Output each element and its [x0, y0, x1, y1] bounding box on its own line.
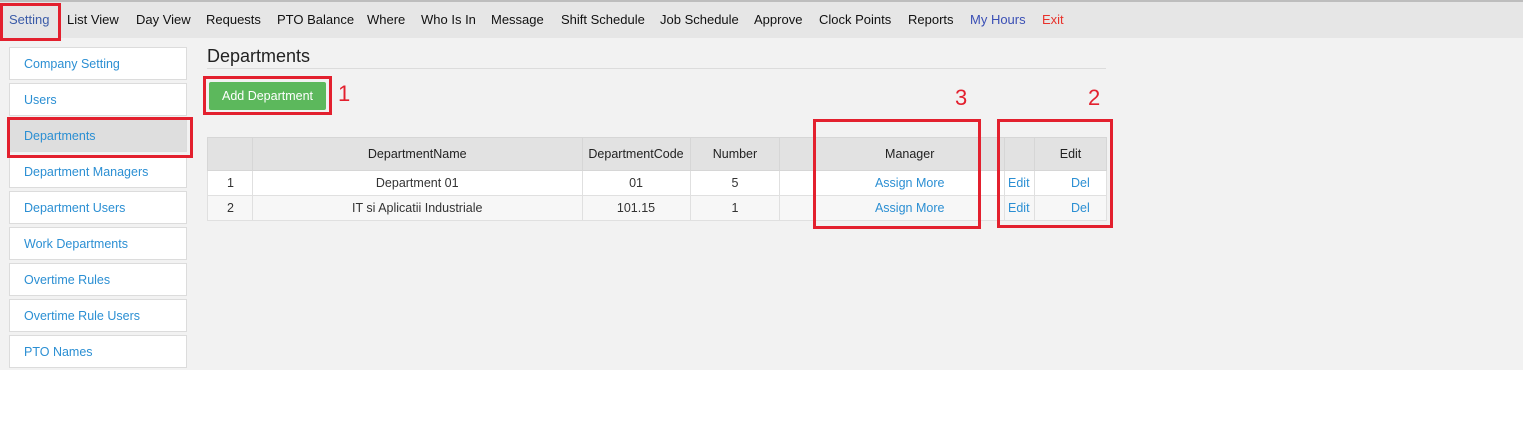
nav-day-view[interactable]: Day View: [136, 4, 191, 36]
department-number: 1: [689, 195, 781, 221]
department-code: 01: [581, 170, 691, 196]
sidebar-item-overtime-rule-users[interactable]: Overtime Rule Users: [9, 299, 187, 332]
nav-requests[interactable]: Requests: [206, 4, 261, 36]
department-name: Department 01: [251, 170, 583, 196]
sidebar-item-work-departments[interactable]: Work Departments: [9, 227, 187, 260]
header-index: [207, 137, 253, 171]
nav-shift-schedule[interactable]: Shift Schedule: [561, 4, 645, 36]
nav-exit[interactable]: Exit: [1042, 4, 1064, 36]
edit-cell: Edit Del: [1008, 170, 1107, 196]
header-spacer: [779, 137, 816, 171]
departments-table: DepartmentName DepartmentCode Number Man…: [207, 137, 1107, 221]
header-spacer-2: [1004, 137, 1036, 171]
sidebar-item-pto-names[interactable]: PTO Names: [9, 335, 187, 368]
delete-link[interactable]: Del: [1071, 201, 1090, 215]
row-index: 1: [207, 170, 253, 196]
nav-job-schedule[interactable]: Job Schedule: [660, 4, 739, 36]
header-edit: Edit: [1034, 137, 1107, 171]
spacer-cell: [779, 195, 816, 221]
nav-who-is-in[interactable]: Who Is In: [421, 4, 476, 36]
nav-list-view[interactable]: List View: [67, 4, 119, 36]
nav-message[interactable]: Message: [491, 4, 544, 36]
delete-link[interactable]: Del: [1071, 176, 1090, 190]
department-code: 101.15: [581, 195, 691, 221]
edit-link[interactable]: Edit: [1008, 176, 1030, 190]
assign-more-link[interactable]: Assign More: [875, 201, 944, 215]
nav-pto-balance[interactable]: PTO Balance: [277, 4, 354, 36]
sidebar-item-department-users[interactable]: Department Users: [9, 191, 187, 224]
annotation-number-2: 2: [1088, 85, 1101, 110]
sidebar-item-company-setting[interactable]: Company Setting: [9, 47, 187, 80]
header-department-code: DepartmentCode: [581, 137, 691, 171]
edit-link[interactable]: Edit: [1008, 201, 1030, 215]
nav-approve[interactable]: Approve: [754, 4, 802, 36]
top-navigation-bar: Setting List View Day View Requests PTO …: [0, 0, 1523, 38]
sidebar-item-users[interactable]: Users: [9, 83, 187, 116]
table-row: 2 IT si Aplicatii Industriale 101.15 1 A…: [207, 195, 1107, 221]
spacer-cell: [779, 170, 816, 196]
department-name: IT si Aplicatii Industriale: [251, 195, 583, 221]
nav-reports[interactable]: Reports: [908, 4, 954, 36]
add-department-button[interactable]: Add Department: [209, 82, 326, 110]
header-department-name: DepartmentName: [251, 137, 583, 171]
department-number: 5: [689, 170, 781, 196]
table-row: 1 Department 01 01 5 Assign More Edit De…: [207, 170, 1107, 196]
nav-clock-points[interactable]: Clock Points: [819, 4, 891, 36]
sidebar-item-overtime-rules[interactable]: Overtime Rules: [9, 263, 187, 296]
annotation-number-1: 1: [338, 81, 351, 106]
nav-my-hours[interactable]: My Hours: [970, 4, 1026, 36]
title-divider: [207, 68, 1106, 69]
header-manager: Manager: [814, 137, 1006, 171]
row-index: 2: [207, 195, 253, 221]
manager-cell: Assign More: [814, 195, 1006, 221]
annotation-number-3: 3: [955, 85, 968, 110]
nav-where[interactable]: Where: [367, 4, 405, 36]
edit-cell: Edit Del: [1008, 195, 1107, 221]
header-number: Number: [689, 137, 781, 171]
sidebar-item-department-managers[interactable]: Department Managers: [9, 155, 187, 188]
table-header-row: DepartmentName DepartmentCode Number Man…: [207, 137, 1107, 171]
nav-setting[interactable]: Setting: [9, 4, 49, 36]
sidebar-item-departments[interactable]: Departments: [9, 119, 187, 152]
page-title: Departments: [207, 46, 311, 66]
manager-cell: Assign More: [814, 170, 1006, 196]
assign-more-link[interactable]: Assign More: [875, 176, 944, 190]
